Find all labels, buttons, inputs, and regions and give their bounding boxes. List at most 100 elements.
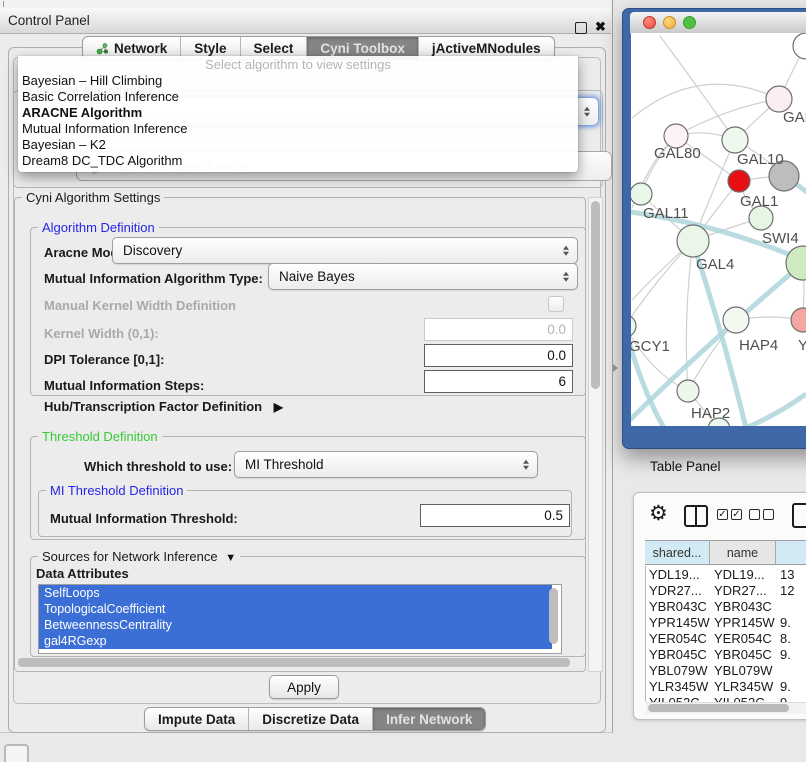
- attributes-list-scrollbar-thumb[interactable]: [549, 588, 558, 644]
- attribute-item-gal4rgexp[interactable]: gal4RGexp: [39, 633, 552, 649]
- attribute-item-selfloops[interactable]: SelfLoops: [39, 585, 552, 601]
- mi-threshold-field[interactable]: 0.5: [420, 504, 570, 527]
- minimize-traffic-light-icon[interactable]: [663, 16, 676, 29]
- sources-group-title[interactable]: Sources for Network Inference ▼: [38, 549, 240, 564]
- mi-steps-field[interactable]: 6: [424, 370, 573, 393]
- tab-impute-data[interactable]: Impute Data: [145, 708, 248, 730]
- table-row[interactable]: YBL079WYBL079W: [646, 662, 806, 678]
- settings-scrollbar-thumb[interactable]: [591, 201, 600, 389]
- network-node-hap2[interactable]: [677, 380, 699, 402]
- collapsed-arrow-icon[interactable]: ▶: [274, 400, 283, 414]
- algorithm-dropdown-popup: Select algorithm to view settings Bayesi…: [18, 56, 578, 172]
- data-attributes-label: Data Attributes: [36, 566, 129, 581]
- tab-label: Infer Network: [386, 712, 472, 727]
- table-cell: YLR345W: [714, 679, 773, 694]
- node-label: GAL: [783, 109, 806, 126]
- node-label: GAL11: [643, 205, 689, 222]
- splitter-grip-icon[interactable]: [3, 1, 4, 7]
- tab-label: jActiveMNodules: [432, 41, 541, 56]
- mi-algorithm-type-label: Mutual Information Algorithm Type:: [44, 271, 263, 286]
- combo-spinner-icon: [523, 459, 529, 470]
- table-cell: YIL052C: [649, 695, 700, 702]
- expanded-arrow-icon[interactable]: ▼: [225, 552, 236, 564]
- kernel-width-field[interactable]: 0.0: [424, 318, 573, 341]
- tab-infer-network[interactable]: Infer Network: [372, 708, 485, 730]
- splitter-collapse-icon[interactable]: [613, 364, 618, 372]
- aracne-mode-value: Discovery: [123, 243, 182, 258]
- network-node-gal10[interactable]: [722, 127, 748, 153]
- data-attributes-list[interactable]: SelfLoopsTopologicalCoefficientBetweenne…: [38, 584, 562, 654]
- table-cell: YBR045C: [714, 647, 772, 662]
- algorithm-option-mutual-information-inference[interactable]: Mutual Information Inference: [18, 121, 578, 137]
- network-window-titlebar[interactable]: [630, 12, 806, 34]
- table-cell: YBR045C: [649, 647, 707, 662]
- node-label: GAL1: [740, 193, 778, 210]
- column-header-name[interactable]: name: [710, 540, 776, 565]
- tab-discretize-data[interactable]: Discretize Data: [248, 708, 372, 730]
- close-icon[interactable]: ✖: [595, 19, 606, 35]
- table-panel-title: Table Panel: [650, 459, 721, 474]
- table-options-icon[interactable]: [792, 503, 806, 528]
- close-traffic-light-icon[interactable]: [643, 16, 656, 29]
- network-node-hap4[interactable]: [723, 307, 749, 333]
- algorithm-option-basic-correlation-inference[interactable]: Basic Correlation Inference: [18, 89, 578, 105]
- table-cell: 12: [780, 583, 794, 598]
- table-row[interactable]: YER054CYER054C8.: [646, 630, 806, 646]
- collapsed-panel-icon[interactable]: [4, 744, 29, 762]
- columns-icon[interactable]: [684, 505, 708, 527]
- table-row[interactable]: YBR043CYBR043C: [646, 598, 806, 614]
- network-canvas[interactable]: GALGAL80GAL10GAL1GAL11SWI4GAL4HAP4YGCY1H…: [631, 33, 806, 426]
- zoom-traffic-light-icon[interactable]: [683, 16, 696, 29]
- unchecked-box-icon: [749, 509, 760, 520]
- table-row[interactable]: YIL052CYIL052C9.: [646, 694, 806, 702]
- attribute-item-topologicalcoefficient[interactable]: TopologicalCoefficient: [39, 601, 552, 617]
- node-label: GAL10: [737, 151, 784, 168]
- settings-hscrollbar[interactable]: [16, 657, 580, 668]
- gear-icon[interactable]: ⚙: [649, 503, 668, 524]
- table-row[interactable]: YPR145WYPR145W9.: [646, 614, 806, 630]
- which-threshold-combobox[interactable]: MI Threshold: [234, 451, 538, 478]
- dpi-tolerance-field[interactable]: 0.0: [424, 344, 573, 367]
- network-node-gal4[interactable]: [677, 225, 709, 257]
- algorithm-option-bayesian-k2[interactable]: Bayesian – K2: [18, 137, 578, 153]
- network-node[interactable]: [793, 33, 806, 59]
- column-header-shared[interactable]: shared...: [645, 540, 710, 565]
- network-node-gal1[interactable]: [728, 170, 750, 192]
- table-cell: YIL052C: [714, 695, 765, 702]
- algorithm-option-aracne-algorithm[interactable]: ARACNE Algorithm: [18, 105, 578, 121]
- manual-kernel-checkbox[interactable]: [548, 296, 564, 312]
- table-row[interactable]: YDL19...YDL19...13: [646, 566, 806, 582]
- network-node-gcy1[interactable]: [631, 315, 636, 337]
- table-cell: YPR145W: [714, 615, 775, 630]
- algorithm-option-bayesian-hill-climbing[interactable]: Bayesian – Hill Climbing: [18, 73, 578, 89]
- table-cell: YBR043C: [649, 599, 707, 614]
- select-all-columns-icon[interactable]: ✓ ✓: [717, 509, 742, 520]
- aracne-mode-combobox[interactable]: Discovery: [112, 237, 578, 264]
- settings-scrollbar[interactable]: [588, 197, 603, 672]
- algorithm-option-dream8-dc-tdc-algorithm[interactable]: Dream8 DC_TDC Algorithm: [18, 153, 578, 169]
- table-cell: YDR27...: [714, 583, 767, 598]
- table-cell: 8.: [780, 631, 791, 646]
- tab-label: Style: [194, 41, 226, 56]
- table-row[interactable]: YLR345WYLR345W9.: [646, 678, 806, 694]
- node-label: GAL80: [654, 145, 701, 162]
- table-row[interactable]: YBR045C YBR045C 9.: [646, 646, 806, 662]
- settings-hscrollbar-thumb[interactable]: [18, 658, 570, 667]
- table-cell: YBL079W: [649, 663, 708, 678]
- mi-algorithm-type-value: Naive Bayes: [279, 269, 355, 284]
- column-header-col2[interactable]: [776, 540, 806, 565]
- mi-algorithm-type-combobox[interactable]: Naive Bayes: [268, 263, 578, 290]
- hub-definition-toggle[interactable]: Hub/Transcription Factor Definition ▶: [44, 399, 283, 414]
- table-cell: 9.: [780, 647, 791, 662]
- deselect-all-columns-icon[interactable]: [749, 509, 774, 520]
- network-node-y[interactable]: [791, 308, 806, 332]
- apply-button[interactable]: Apply: [269, 675, 339, 699]
- table-cell: YDR27...: [649, 583, 702, 598]
- node-label: HAP4: [739, 337, 778, 354]
- checked-box-icon: ✓: [731, 509, 742, 520]
- float-window-icon[interactable]: [575, 22, 587, 34]
- network-node-gal11[interactable]: [631, 183, 652, 205]
- attribute-item-betweennesscentrality[interactable]: BetweennessCentrality: [39, 617, 552, 633]
- table-hscrollbar-thumb[interactable]: [648, 704, 789, 712]
- table-row[interactable]: YDR27... YDR27... 12: [646, 582, 806, 598]
